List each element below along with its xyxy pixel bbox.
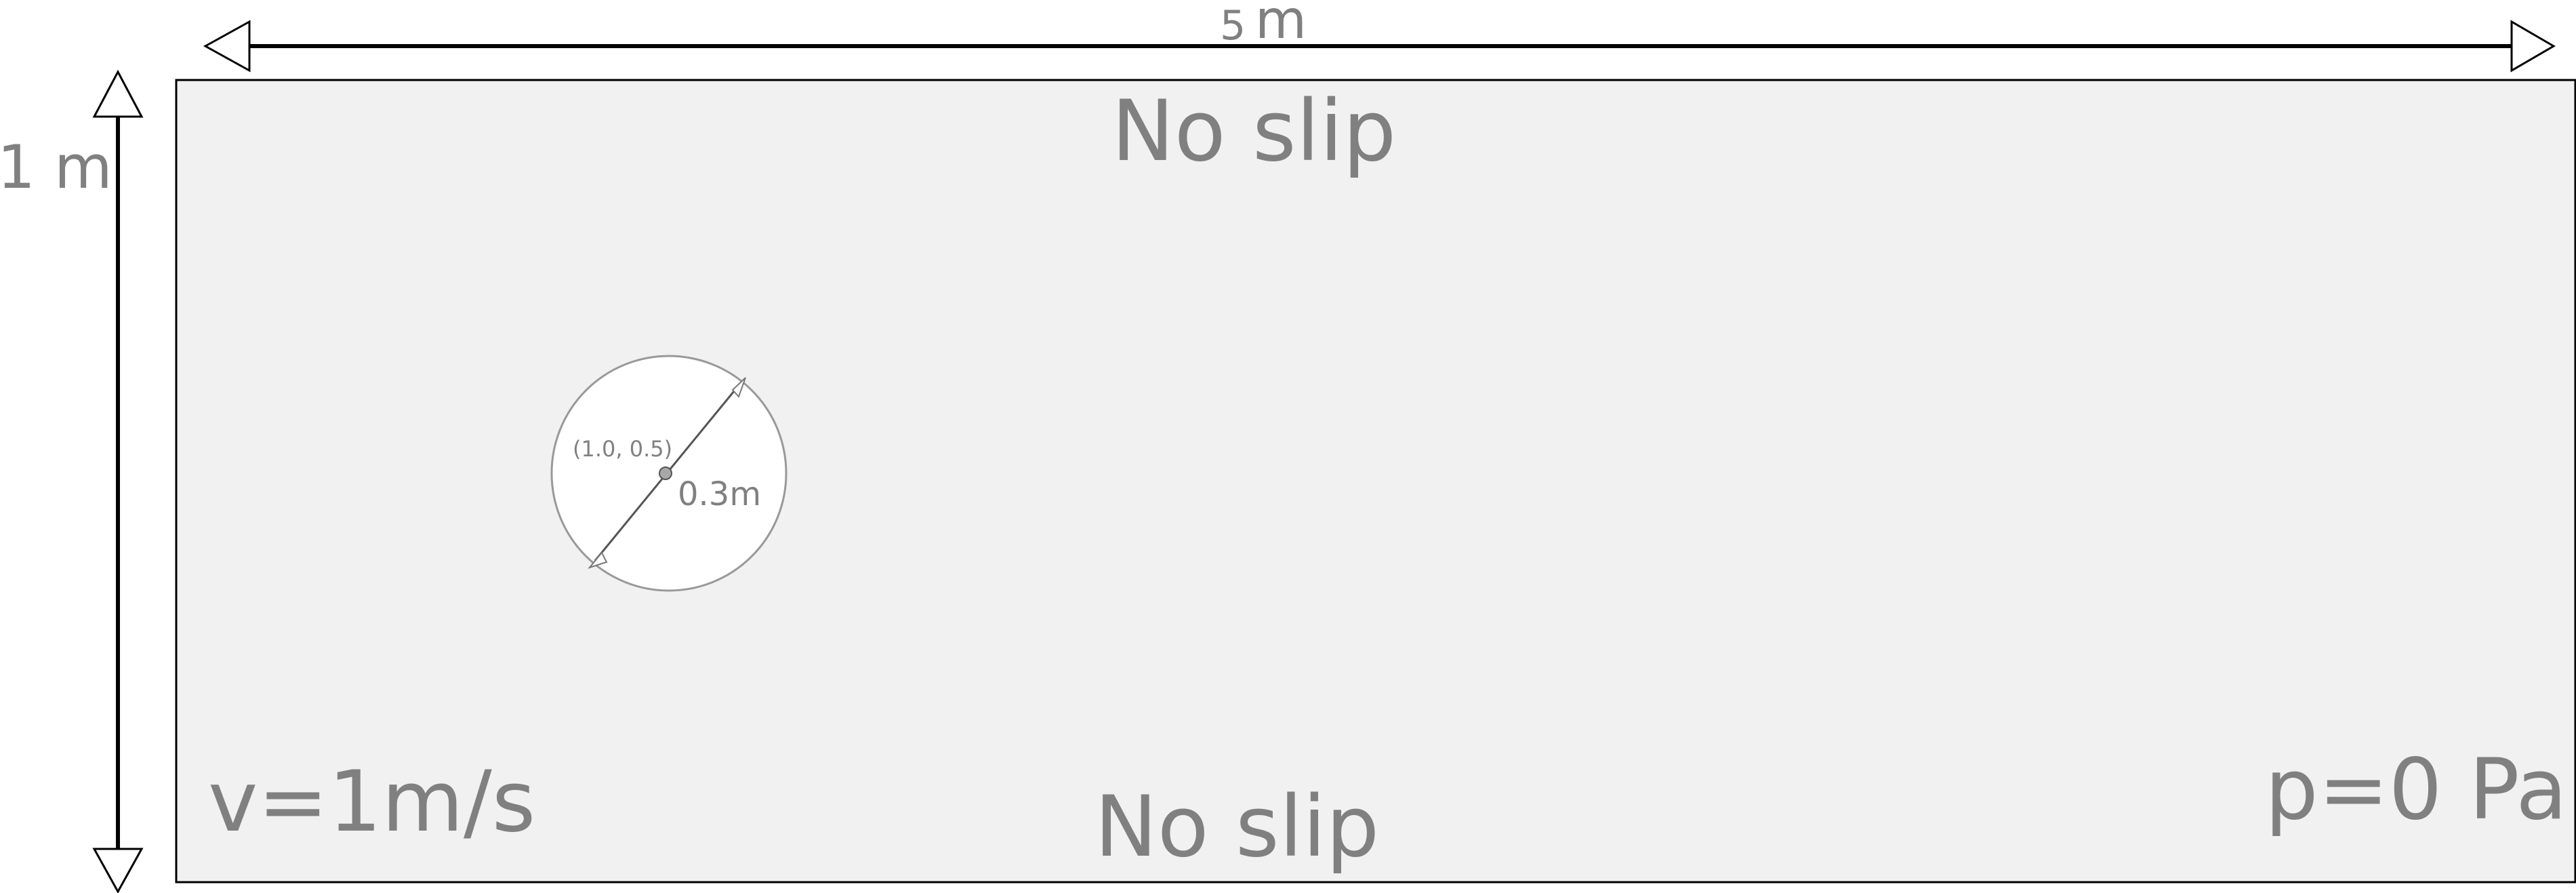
width-dimension-number: 5 [1220, 2, 1246, 49]
cylinder-diameter-label: 0.3m [678, 475, 761, 513]
bottom-wall-label: No slip [1095, 778, 1379, 876]
left-arrowhead-icon [203, 20, 251, 73]
cylinder-center-point [659, 467, 672, 480]
top-wall-label: No slip [1111, 83, 1396, 180]
inlet-label: v=1m/s [208, 753, 535, 851]
top-arrowhead-icon [92, 69, 144, 118]
height-dimension-label: 1 m [0, 132, 113, 202]
flow-domain-diagram: 5 m 1 m No slip No slip v=1m/s p=0 Pa (1… [0, 0, 2576, 893]
bottom-arrowhead-icon [92, 848, 144, 893]
cylinder-center-label: (1.0, 0.5) [573, 436, 672, 462]
fluid-domain [175, 79, 2576, 884]
right-arrowhead-icon [2510, 20, 2556, 73]
width-dimension-arrow [203, 20, 2556, 73]
width-dimension-unit: m [1255, 0, 1307, 51]
outlet-label: p=0 Pa [2265, 741, 2567, 839]
